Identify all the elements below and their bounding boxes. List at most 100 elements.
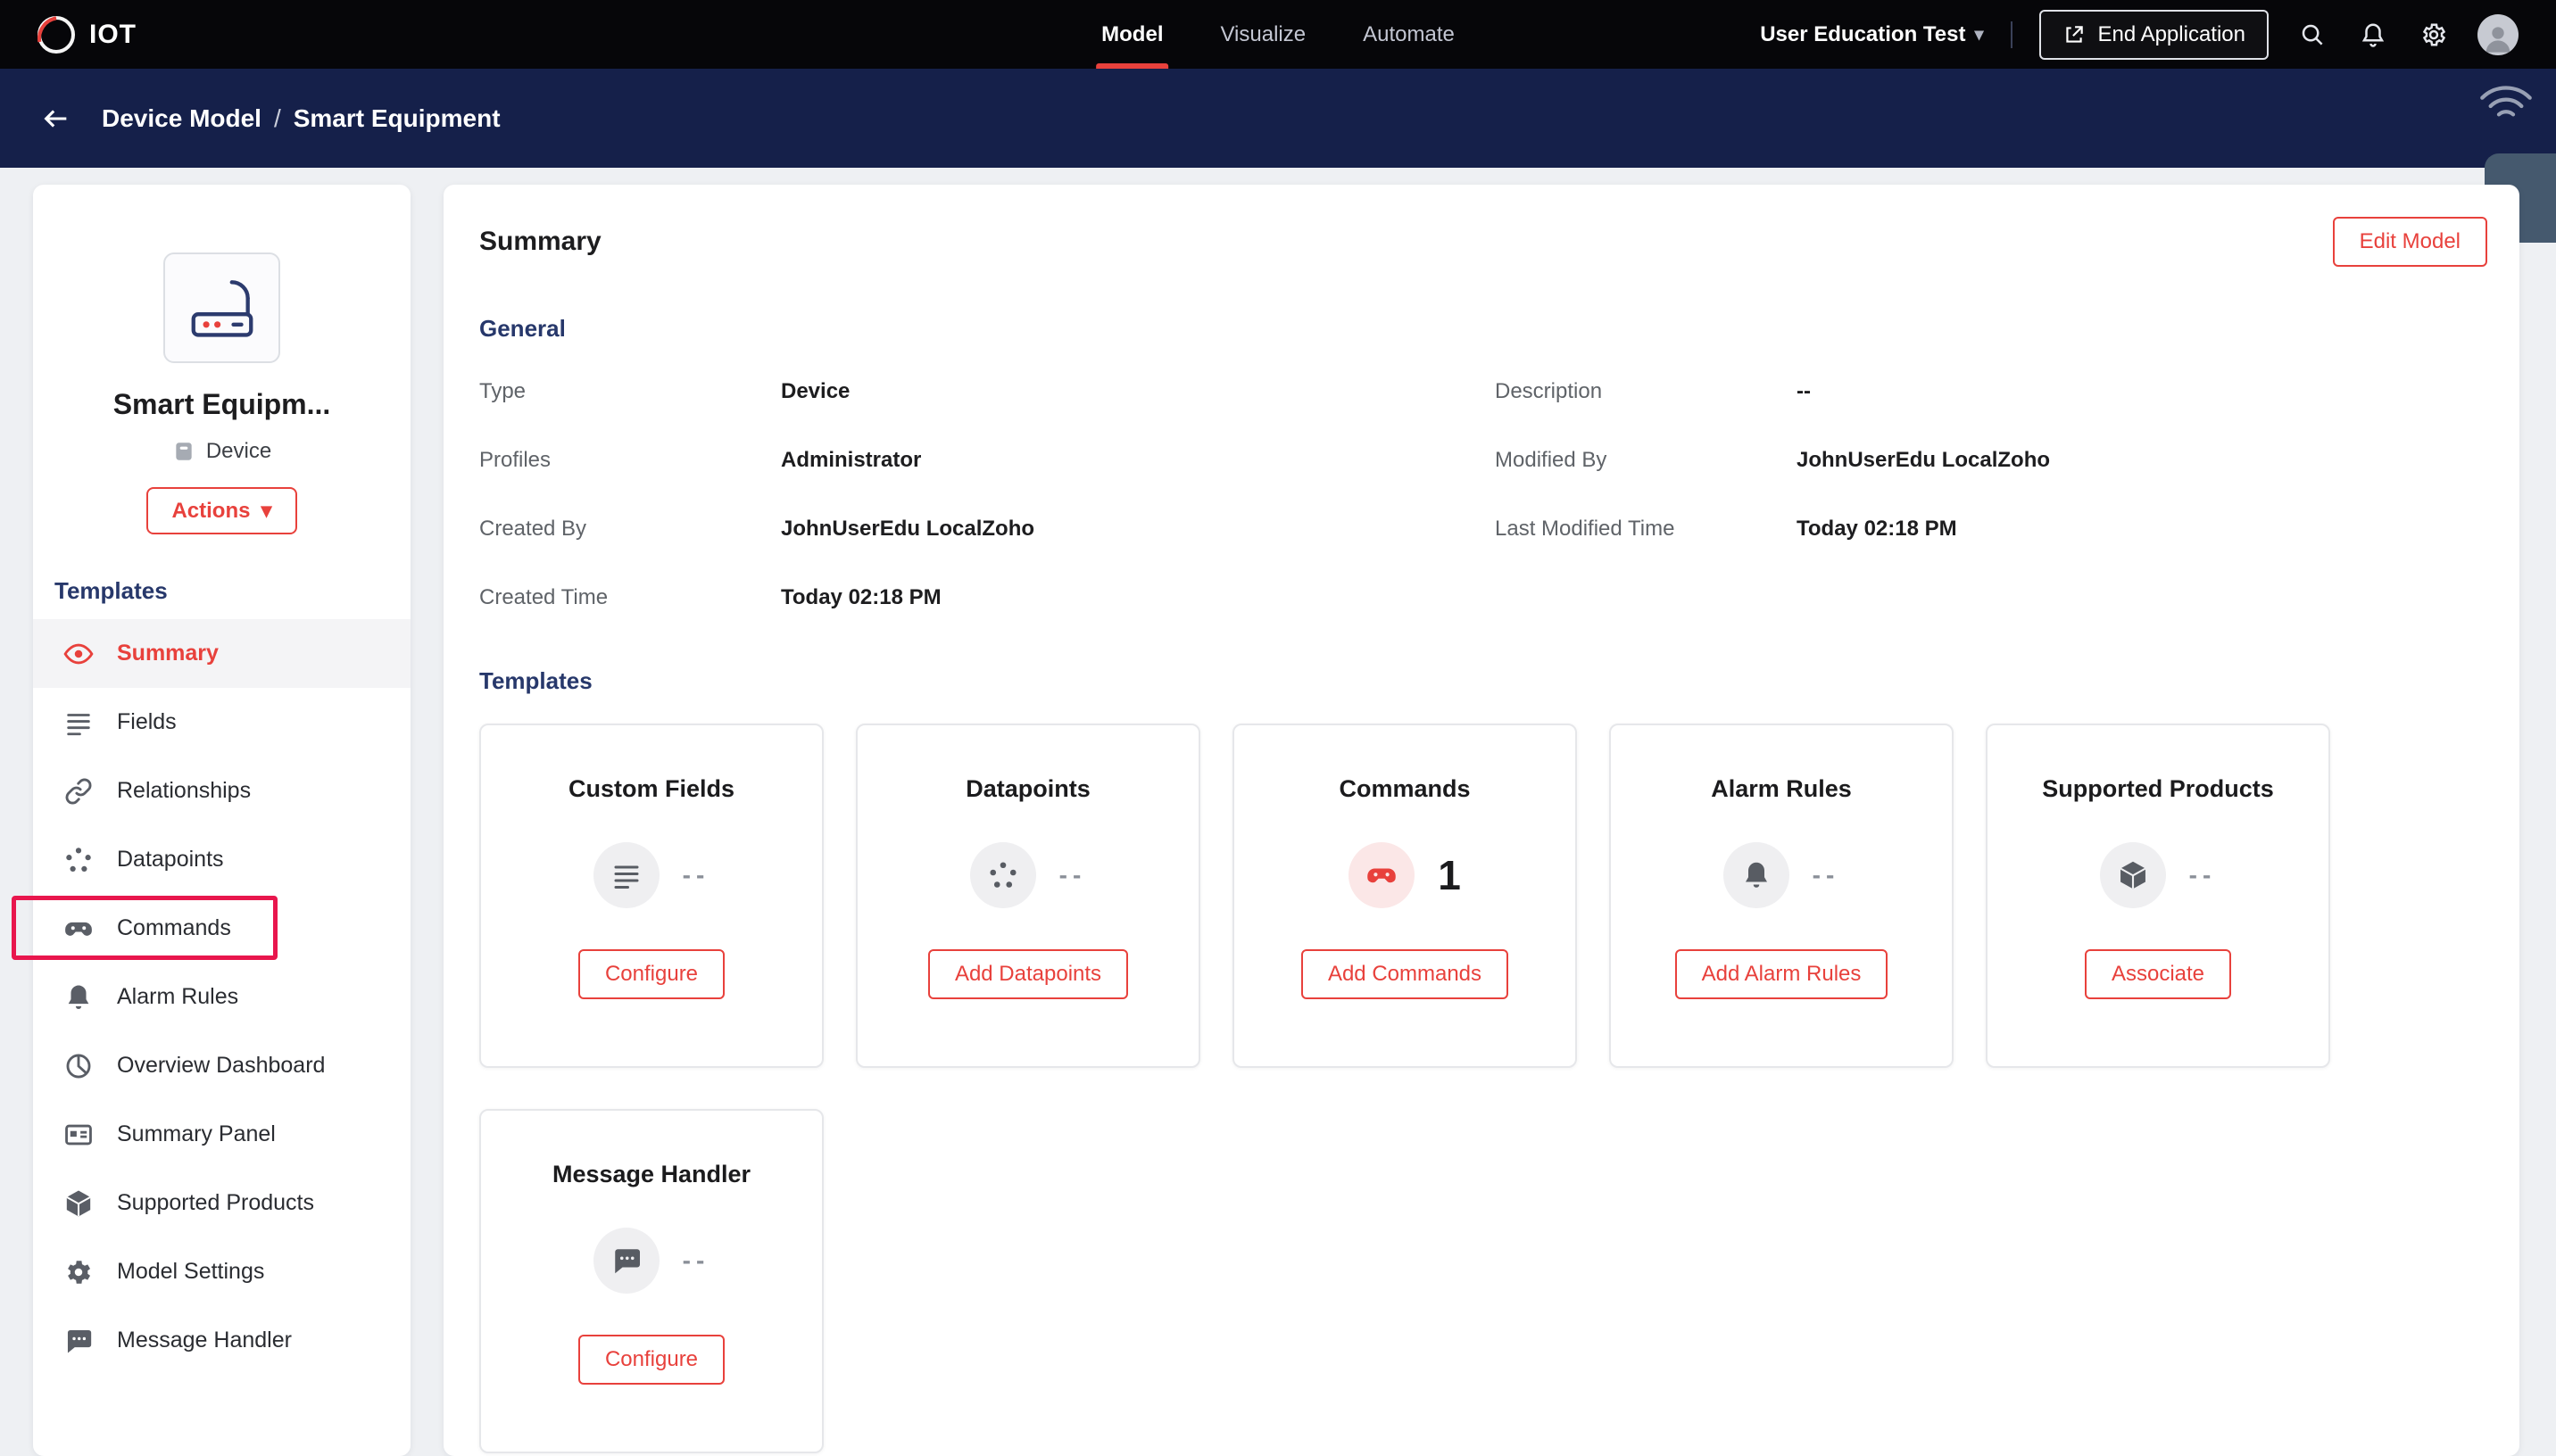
datapoints-icon bbox=[63, 845, 94, 875]
sidebar-menu: Summary Fields Relationships Datapoints … bbox=[12, 619, 411, 1375]
message-icon bbox=[63, 1326, 94, 1356]
card-datapoints: Datapoints -- Add Datapoints bbox=[856, 724, 1200, 1068]
cube-icon bbox=[2099, 842, 2166, 908]
add-commands-button[interactable]: Add Commands bbox=[1300, 949, 1509, 999]
sidebar-item-label: Model Settings bbox=[117, 1259, 265, 1284]
card-title: Commands bbox=[1339, 775, 1471, 802]
app-brand: IOT bbox=[37, 15, 137, 54]
card-count: -- bbox=[1058, 861, 1087, 889]
configure-message-handler-button[interactable]: Configure bbox=[577, 1335, 726, 1385]
card-title: Alarm Rules bbox=[1711, 775, 1852, 802]
fields-icon bbox=[593, 842, 660, 908]
card-title: Custom Fields bbox=[568, 775, 735, 802]
fields-icon bbox=[63, 707, 94, 738]
card-message-handler: Message Handler -- Configure bbox=[479, 1109, 824, 1453]
sidebar-item-label: Summary Panel bbox=[117, 1121, 276, 1146]
card-count: -- bbox=[682, 861, 710, 889]
sidebar-item-alarm-rules[interactable]: Alarm Rules bbox=[33, 963, 411, 1031]
card-alarm-rules: Alarm Rules -- Add Alarm Rules bbox=[1609, 724, 1954, 1068]
launch-icon bbox=[2062, 23, 2086, 46]
tab-automate[interactable]: Automate bbox=[1357, 0, 1460, 69]
edit-model-button[interactable]: Edit Model bbox=[2332, 217, 2487, 267]
sidebar-item-overview-dashboard[interactable]: Overview Dashboard bbox=[33, 1031, 411, 1100]
settings-gear-icon[interactable] bbox=[2417, 18, 2451, 52]
sidebar-item-model-settings[interactable]: Model Settings bbox=[33, 1237, 411, 1306]
sidebar-item-relationships[interactable]: Relationships bbox=[33, 757, 411, 825]
sidebar-item-supported-products[interactable]: Supported Products bbox=[33, 1169, 411, 1237]
bell-icon bbox=[1722, 842, 1789, 908]
bell-icon bbox=[63, 982, 94, 1013]
brand-name: IOT bbox=[89, 19, 137, 49]
sidebar-item-label: Message Handler bbox=[117, 1328, 292, 1353]
sidebar-item-datapoints[interactable]: Datapoints bbox=[33, 825, 411, 894]
search-icon[interactable] bbox=[2295, 18, 2329, 52]
card-count: -- bbox=[2188, 861, 2217, 889]
end-application-button[interactable]: End Application bbox=[2038, 9, 2269, 60]
top-navigation-bar: IOT Model Visualize Automate User Educat… bbox=[0, 0, 2556, 69]
field-label: Modified By bbox=[1495, 447, 1607, 472]
wifi-signal-icon bbox=[2477, 79, 2535, 127]
user-avatar[interactable] bbox=[2477, 13, 2519, 55]
add-alarm-rules-button[interactable]: Add Alarm Rules bbox=[1674, 949, 1888, 999]
info-row-type: Type Device bbox=[479, 357, 1495, 426]
sidebar-item-label: Supported Products bbox=[117, 1190, 314, 1215]
sidebar-item-message-handler[interactable]: Message Handler bbox=[33, 1306, 411, 1375]
main-nav-tabs: Model Visualize Automate bbox=[1096, 0, 1460, 69]
cube-icon bbox=[63, 1188, 94, 1219]
sidebar-templates-label: Templates bbox=[54, 577, 168, 604]
tab-visualize[interactable]: Visualize bbox=[1215, 0, 1311, 69]
breadcrumb-separator: / bbox=[273, 103, 281, 132]
sidebar-item-fields[interactable]: Fields bbox=[33, 688, 411, 757]
card-count: -- bbox=[682, 1246, 710, 1274]
field-label: Description bbox=[1495, 378, 1603, 403]
field-value: Device bbox=[781, 378, 851, 403]
template-cards-row-1: Custom Fields -- Configure Datapoints --… bbox=[479, 724, 2487, 1068]
chevron-down-icon: ▾ bbox=[261, 499, 272, 523]
field-value: Today 02:18 PM bbox=[781, 584, 942, 609]
field-label: Last Modified Time bbox=[1495, 516, 1675, 541]
actions-button[interactable]: Actions ▾ bbox=[146, 487, 297, 534]
divider bbox=[2010, 21, 2012, 48]
info-row-created-by: Created By JohnUserEdu LocalZoho bbox=[479, 494, 1495, 563]
notifications-bell-icon[interactable] bbox=[2356, 18, 2390, 52]
datapoints-icon bbox=[969, 842, 1036, 908]
org-name: User Education Test bbox=[1760, 21, 1966, 46]
gamepad-icon bbox=[63, 914, 94, 944]
field-label: Created By bbox=[479, 516, 587, 541]
sidebar-item-label: Datapoints bbox=[117, 847, 224, 872]
info-row-modified-by: Modified By JohnUserEdu LocalZoho bbox=[1495, 426, 2487, 494]
gear-icon bbox=[63, 1257, 94, 1287]
device-name: Smart Equipm... bbox=[112, 388, 331, 420]
iot-logo-icon bbox=[37, 15, 75, 54]
card-title: Datapoints bbox=[966, 775, 1091, 802]
sidebar-item-commands[interactable]: Commands bbox=[12, 894, 411, 963]
chevron-down-icon: ▾ bbox=[1974, 25, 1984, 45]
gamepad-icon bbox=[1349, 842, 1415, 908]
page-title: Summary bbox=[479, 227, 602, 256]
configure-custom-fields-button[interactable]: Configure bbox=[577, 949, 726, 999]
sidebar-item-summary-panel[interactable]: Summary Panel bbox=[33, 1100, 411, 1169]
breadcrumb: Device Model / Smart Equipment bbox=[102, 104, 501, 133]
message-icon bbox=[593, 1228, 660, 1294]
field-value: Administrator bbox=[781, 447, 922, 472]
templates-section-heading: Templates bbox=[479, 667, 593, 694]
topbar-right-controls: User Education Test ▾ End Application bbox=[1760, 9, 2519, 60]
breadcrumb-band: Device Model / Smart Equipment bbox=[0, 69, 2556, 168]
org-dropdown[interactable]: User Education Test ▾ bbox=[1760, 22, 1983, 47]
card-commands: Commands 1 Add Commands bbox=[1232, 724, 1577, 1068]
card-title: Supported Products bbox=[2042, 775, 2274, 802]
associate-products-button[interactable]: Associate bbox=[2084, 949, 2232, 999]
device-image bbox=[163, 252, 280, 363]
general-info-grid: Type Device Profiles Administrator Creat… bbox=[479, 357, 2487, 632]
field-label: Type bbox=[479, 378, 527, 403]
dashboard-pie-icon bbox=[63, 1051, 94, 1081]
sidebar-item-summary[interactable]: Summary bbox=[33, 619, 411, 688]
breadcrumb-parent[interactable]: Device Model bbox=[102, 104, 261, 133]
add-datapoints-button[interactable]: Add Datapoints bbox=[927, 949, 1129, 999]
tab-model[interactable]: Model bbox=[1096, 0, 1169, 69]
back-arrow-icon[interactable] bbox=[41, 103, 71, 134]
field-value: -- bbox=[1797, 378, 1811, 403]
info-row-last-modified-time: Last Modified Time Today 02:18 PM bbox=[1495, 494, 2487, 563]
template-cards-row-2: Message Handler -- Configure bbox=[479, 1109, 2487, 1453]
breadcrumb-current: Smart Equipment bbox=[293, 103, 501, 132]
